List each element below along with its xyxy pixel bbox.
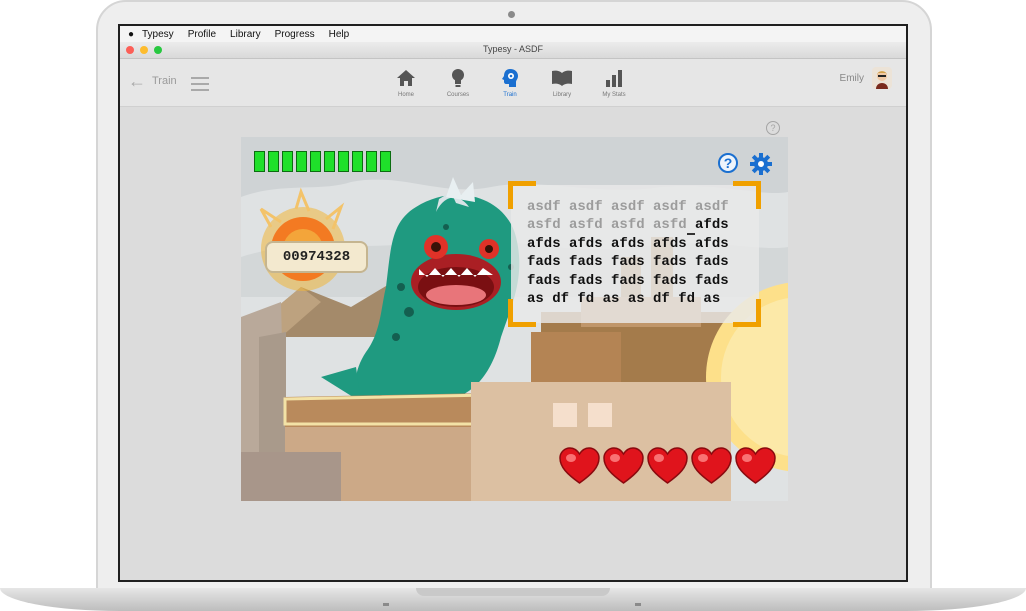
- tab-my-stats[interactable]: My Stats: [584, 67, 644, 98]
- menu-item-typesy[interactable]: Typesy: [142, 29, 174, 40]
- tab-library-label: Library: [552, 92, 572, 98]
- tab-train[interactable]: Train: [480, 67, 540, 98]
- window-title: Typesy - ASDF: [482, 44, 544, 54]
- apple-icon[interactable]: ●: [120, 29, 142, 40]
- lightbulb-icon: [428, 67, 488, 89]
- remaining-text: fads fads fads fads fads: [527, 272, 729, 289]
- heart-icon: [603, 447, 644, 484]
- energy-segment: [366, 151, 377, 172]
- hamburger-menu-icon[interactable]: [191, 77, 209, 95]
- typing-lines: asdf asdf asdf asdf asdf asfd asfd asfd …: [527, 198, 729, 308]
- energy-segment: [268, 151, 279, 172]
- energy-segment: [282, 151, 293, 172]
- energy-segment: [380, 151, 391, 172]
- top-navigation: ← Train Home Courses Train Library My St…: [120, 59, 906, 107]
- score-display: 00974328: [265, 241, 368, 273]
- energy-segment: [254, 151, 265, 172]
- remaining-text: as df fd as as df fd as: [527, 291, 721, 308]
- game-area: 00974328 ? asdf asdf asdf asdf asdf asfd…: [241, 137, 788, 501]
- brain-gear-icon: [480, 67, 540, 89]
- bar-chart-icon: [584, 67, 644, 89]
- tab-courses-label: Courses: [446, 92, 470, 98]
- laptop-foot: [383, 603, 389, 606]
- menu-item-library[interactable]: Library: [230, 29, 261, 40]
- gear-icon[interactable]: [750, 153, 772, 180]
- typing-line: as df fd as as df fd as: [527, 290, 729, 308]
- bracket-bottom-right: [733, 299, 761, 327]
- remaining-text: fads fads fads fads fads: [527, 254, 729, 271]
- heart-icon: [647, 447, 688, 484]
- typing-line: fads fads fads fads fads: [527, 253, 729, 271]
- game-help-icon[interactable]: ?: [718, 153, 738, 173]
- lives-hearts: [559, 447, 776, 485]
- avatar: [872, 67, 892, 89]
- typed-text: asdf asdf asdf asdf asdf: [527, 199, 729, 215]
- bracket-top-right: [733, 181, 761, 209]
- menu-item-profile[interactable]: Profile: [188, 29, 216, 40]
- user-name: Emily: [839, 72, 864, 84]
- energy-segment: [352, 151, 363, 172]
- tab-library[interactable]: Library: [532, 67, 592, 98]
- back-arrow-icon: ←: [128, 71, 146, 91]
- back-button[interactable]: ← Train: [128, 71, 177, 91]
- text-cursor: [686, 217, 696, 236]
- back-label: Train: [152, 75, 177, 87]
- typing-line: asdf asdf asdf asdf asdf: [527, 198, 729, 216]
- energy-segment: [324, 151, 335, 172]
- home-icon: [376, 67, 436, 89]
- heart-icon: [559, 447, 600, 484]
- camera-dot: [508, 11, 515, 18]
- tab-home-label: Home: [397, 92, 414, 98]
- heart-icon: [735, 447, 776, 484]
- user-profile[interactable]: Emily: [840, 67, 892, 89]
- app-screen: ● Typesy Profile Library Progress Help T…: [120, 26, 906, 580]
- energy-bar: [254, 151, 391, 172]
- menu-item-help[interactable]: Help: [329, 29, 350, 40]
- menu-bar: ● Typesy Profile Library Progress Help: [120, 26, 906, 42]
- window-titlebar: Typesy - ASDF: [120, 42, 906, 59]
- heart-icon: [691, 447, 732, 484]
- typing-line: fads fads fads fads fads: [527, 272, 729, 290]
- remaining-text: afds afds afds afds afds: [527, 235, 729, 252]
- tab-courses[interactable]: Courses: [428, 67, 488, 98]
- tab-my-stats-label: My Stats: [602, 92, 626, 98]
- typing-line: afds afds afds afds afds: [527, 235, 729, 253]
- menu-item-progress[interactable]: Progress: [275, 29, 315, 40]
- energy-segment: [296, 151, 307, 172]
- tab-train-label: Train: [503, 92, 517, 98]
- laptop-foot: [635, 603, 641, 606]
- energy-segment: [338, 151, 349, 172]
- tab-home[interactable]: Home: [376, 67, 436, 98]
- laptop-notch: [416, 588, 610, 596]
- typing-line: asfd asfd asfd asfd afds: [527, 216, 729, 236]
- book-icon: [532, 67, 592, 89]
- help-icon[interactable]: ?: [766, 121, 780, 135]
- energy-segment: [310, 151, 321, 172]
- typed-text: asfd asfd asfd asfd: [527, 217, 687, 234]
- remaining-text: afds: [695, 217, 729, 234]
